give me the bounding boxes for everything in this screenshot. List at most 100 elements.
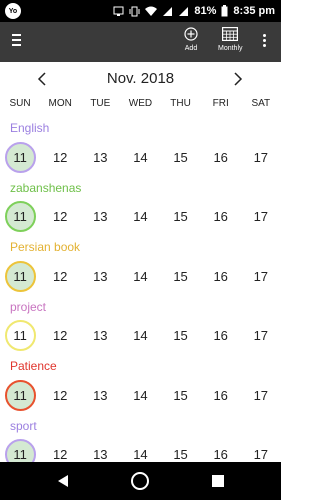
- day-number: 16: [213, 268, 228, 284]
- day-completed-marker: 11: [4, 141, 36, 173]
- screen-cast-icon: [113, 6, 124, 17]
- day-cell[interactable]: 15: [161, 139, 201, 175]
- habit-label[interactable]: Patience: [10, 359, 57, 373]
- day-number: 14: [133, 447, 148, 462]
- day-number: 14: [133, 387, 148, 403]
- day-today-marker: 11: [4, 320, 36, 351]
- more-vertical-icon[interactable]: [263, 34, 267, 49]
- habit-days: 11 12 13 14 15 16 17: [0, 318, 281, 354]
- weekday-label: MON: [48, 98, 72, 109]
- day-cell[interactable]: 12: [40, 318, 80, 354]
- weekday-label: WED: [128, 98, 153, 109]
- day-number: 12: [52, 149, 68, 165]
- day-cell[interactable]: 11: [0, 377, 40, 413]
- day-cell[interactable]: 16: [201, 318, 241, 354]
- day-number: 16: [213, 387, 228, 403]
- day-number: 17: [253, 268, 269, 284]
- hamburger-icon[interactable]: [12, 34, 26, 50]
- habit-days: 11 12 13 14 15 16 17: [0, 377, 281, 413]
- day-number: 17: [253, 149, 269, 165]
- day-cell[interactable]: 14: [120, 139, 160, 175]
- add-button[interactable]: Add: [184, 27, 198, 52]
- day-number: 16: [213, 209, 228, 224]
- weekday-header: SUN MON TUE WED THU FRI SAT: [0, 98, 281, 114]
- weekday-label: SUN: [9, 98, 31, 109]
- home-icon[interactable]: [131, 472, 149, 490]
- day-cell[interactable]: 13: [80, 139, 120, 175]
- day-number: 15: [173, 447, 188, 462]
- day-number: 15: [173, 268, 188, 284]
- add-label: Add: [184, 45, 198, 52]
- day-cell[interactable]: 15: [161, 258, 201, 294]
- next-month-button[interactable]: [228, 68, 248, 90]
- habit-list: English 11 12 13 14 15 16 17 zabanshenas 11 12 13 14…: [0, 118, 281, 475]
- day-cell[interactable]: 13: [80, 377, 120, 413]
- day-cell[interactable]: 14: [120, 318, 160, 354]
- day-number: 12: [52, 328, 68, 343]
- battery-icon: [221, 5, 228, 17]
- habit-label[interactable]: Persian book: [10, 240, 80, 254]
- day-cell[interactable]: 16: [201, 139, 241, 175]
- month-navigation: Nov. 2018: [0, 66, 281, 92]
- day-cell[interactable]: 17: [241, 258, 281, 294]
- day-number: 17: [253, 447, 269, 462]
- day-number: 15: [173, 209, 188, 224]
- day-cell[interactable]: 16: [201, 377, 241, 413]
- day-cell[interactable]: 17: [241, 377, 281, 413]
- day-cell[interactable]: 16: [201, 199, 241, 235]
- day-cell[interactable]: 17: [241, 199, 281, 235]
- day-number: 14: [133, 268, 148, 284]
- weekday-label: THU: [170, 98, 191, 109]
- day-cell[interactable]: 13: [80, 318, 120, 354]
- back-icon[interactable]: [56, 474, 70, 493]
- habit-days: 11 12 13 14 15 16 17: [0, 199, 281, 235]
- habit-label[interactable]: project: [10, 300, 46, 314]
- day-cell[interactable]: 11: [0, 139, 40, 175]
- status-bar: Yo 81% 8:35 pm: [0, 0, 281, 22]
- day-cell[interactable]: 15: [161, 318, 201, 354]
- day-cell[interactable]: 14: [120, 377, 160, 413]
- habit-label[interactable]: sport: [10, 419, 37, 433]
- day-cell[interactable]: 14: [120, 258, 160, 294]
- day-completed-marker: 11: [4, 379, 36, 411]
- weekday-label: FRI: [212, 98, 229, 109]
- calendar-grid-icon: [222, 27, 239, 43]
- day-cell[interactable]: 16: [201, 258, 241, 294]
- recent-apps-icon[interactable]: [212, 475, 224, 487]
- day-number: 13: [93, 387, 108, 403]
- day-cell[interactable]: 17: [241, 318, 281, 354]
- day-number: 14: [133, 328, 148, 343]
- chevron-right-icon: [234, 72, 243, 86]
- day-number: 13: [93, 149, 108, 165]
- habit-row: English 11 12 13 14 15 16 17: [0, 118, 281, 178]
- weekday-label: SAT: [251, 98, 271, 109]
- habit-label[interactable]: English: [10, 121, 49, 135]
- habit-label[interactable]: zabanshenas: [10, 181, 81, 195]
- day-number: 12: [52, 209, 68, 224]
- day-cell[interactable]: 11: [0, 318, 40, 354]
- day-cell[interactable]: 15: [161, 377, 201, 413]
- system-navigation-bar: [0, 462, 281, 500]
- monthly-button[interactable]: Monthly: [218, 27, 243, 52]
- vibrate-icon: [129, 6, 140, 17]
- day-cell[interactable]: 12: [40, 377, 80, 413]
- day-cell[interactable]: 11: [0, 258, 40, 294]
- day-completed-marker: 11: [4, 201, 36, 232]
- day-cell[interactable]: 12: [40, 199, 80, 235]
- day-cell[interactable]: 15: [161, 199, 201, 235]
- battery-percent: 81%: [194, 5, 217, 17]
- day-cell[interactable]: 12: [40, 139, 80, 175]
- day-cell[interactable]: 17: [241, 139, 281, 175]
- habit-days: 11 12 13 14 15 16 17: [0, 258, 281, 294]
- day-cell[interactable]: 12: [40, 258, 80, 294]
- day-cell[interactable]: 11: [0, 199, 40, 235]
- day-cell[interactable]: 14: [120, 199, 160, 235]
- day-cell[interactable]: 13: [80, 258, 120, 294]
- day-number: 15: [173, 149, 188, 165]
- day-number: 12: [52, 268, 68, 284]
- day-cell[interactable]: 13: [80, 199, 120, 235]
- day-number: 15: [173, 387, 188, 403]
- day-number: 16: [213, 447, 228, 462]
- wifi-icon: [145, 6, 158, 17]
- day-number: 13: [93, 268, 108, 284]
